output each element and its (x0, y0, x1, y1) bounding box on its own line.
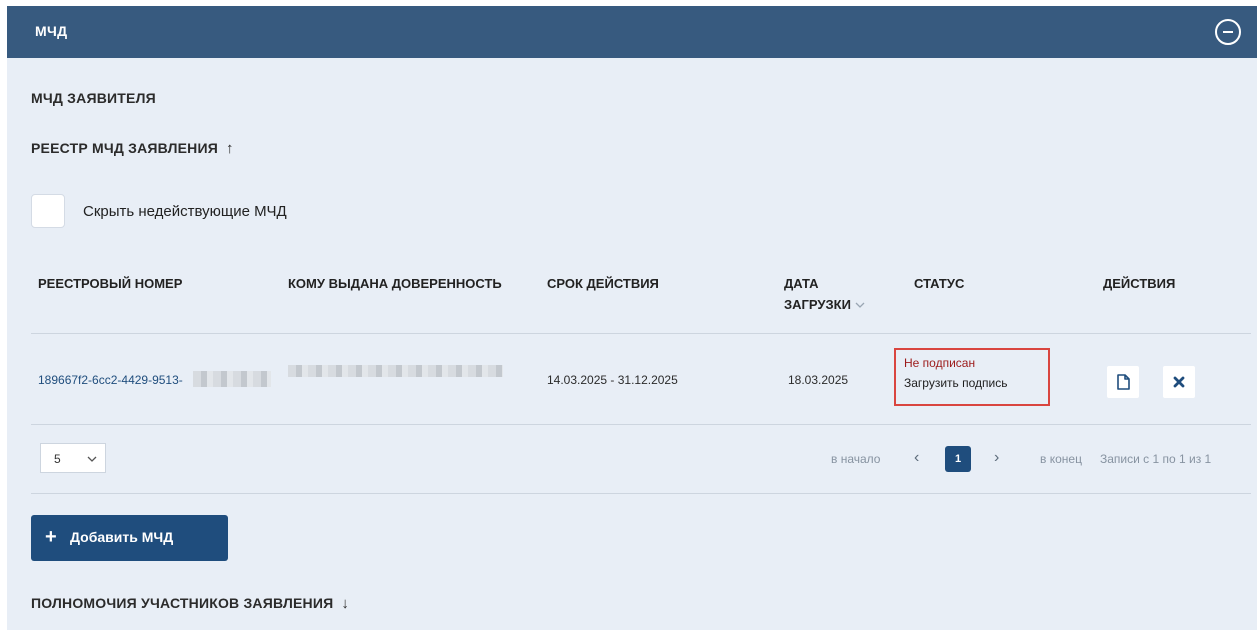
table-divider (31, 333, 1251, 334)
status-not-signed: Не подписан (904, 356, 976, 370)
column-header-upload-date[interactable]: ДАТА ЗАГРУЗКИ (784, 273, 865, 317)
page-size-value: 5 (54, 452, 61, 466)
add-mcd-label: Добавить МЧД (70, 529, 174, 545)
upload-signature-link[interactable]: Загрузить подпись (904, 376, 1008, 390)
upload-date-line2: ЗАГРУЗКИ (784, 297, 851, 312)
redacted-reg-number (193, 371, 271, 387)
pagination-last[interactable]: в конец (1040, 452, 1082, 466)
pagination-first[interactable]: в начало (831, 452, 880, 466)
delete-button[interactable] (1163, 366, 1195, 398)
panel-title: МЧД (35, 23, 68, 39)
add-mcd-button[interactable]: + Добавить МЧД (31, 515, 228, 561)
pagination-prev-icon[interactable]: ‹ (914, 449, 919, 467)
status-highlight: Не подписан Загрузить подпись (894, 348, 1050, 406)
hide-invalid-label: Скрыть недействующие МЧД (83, 203, 287, 220)
document-icon (1107, 374, 1139, 402)
column-header-actions: ДЕЙСТВИЯ (1103, 276, 1176, 291)
column-header-status: СТАТУС (914, 276, 965, 291)
arrow-down-icon: ↓ (341, 595, 350, 612)
column-header-issued-to: КОМУ ВЫДАНА ДОВЕРЕННОСТЬ (288, 276, 502, 291)
column-header-validity: СРОК ДЕЙСТВИЯ (547, 276, 659, 291)
pagination-page-1[interactable]: 1 (945, 446, 971, 472)
section-authorities-toggle[interactable]: ПОЛНОМОЧИЯ УЧАСТНИКОВ ЗАЯВЛЕНИЯ ↓ (31, 595, 349, 612)
section-registry-title: РЕЕСТР МЧД ЗАЯВЛЕНИЯ (31, 140, 219, 156)
view-document-button[interactable] (1107, 366, 1139, 398)
page-size-select[interactable]: 5 (40, 443, 106, 473)
sort-chevron-down-icon (855, 296, 865, 317)
upload-date-line1: ДАТА (784, 276, 819, 291)
hide-invalid-checkbox[interactable] (31, 194, 65, 228)
upload-date-cell: 18.03.2025 (788, 373, 849, 387)
section-authorities-title: ПОЛНОМОЧИЯ УЧАСТНИКОВ ЗАЯВЛЕНИЯ (31, 595, 334, 611)
reg-number-link[interactable]: 189667f2-6cc2-4429-9513- (38, 373, 183, 387)
pagination-summary: Записи с 1 по 1 из 1 (1100, 452, 1212, 466)
arrow-up-icon: ↑ (226, 140, 234, 157)
mcd-panel: МЧД МЧД ЗАЯВИТЕЛЯ РЕЕСТР МЧД ЗАЯВЛЕНИЯ ↑ … (7, 6, 1257, 630)
panel-header: МЧД (7, 6, 1257, 58)
close-icon (1163, 376, 1195, 402)
plus-icon: + (45, 526, 57, 548)
column-header-reg-number: РЕЕСТРОВЫЙ НОМЕР (38, 276, 183, 291)
chevron-down-icon (87, 452, 97, 462)
table-divider (31, 424, 1251, 425)
section-applicant-title: МЧД ЗАЯВИТЕЛЯ (31, 90, 156, 106)
pagination-next-icon[interactable]: › (994, 449, 999, 467)
table-divider (31, 493, 1251, 494)
validity-cell: 14.03.2025 - 31.12.2025 (547, 373, 678, 387)
section-registry-toggle[interactable]: РЕЕСТР МЧД ЗАЯВЛЕНИЯ ↑ (31, 140, 234, 157)
redacted-issued-to (288, 365, 503, 377)
reg-number-cell: 189667f2-6cc2-4429-9513- (38, 373, 183, 387)
collapse-minus-icon[interactable] (1215, 19, 1241, 45)
